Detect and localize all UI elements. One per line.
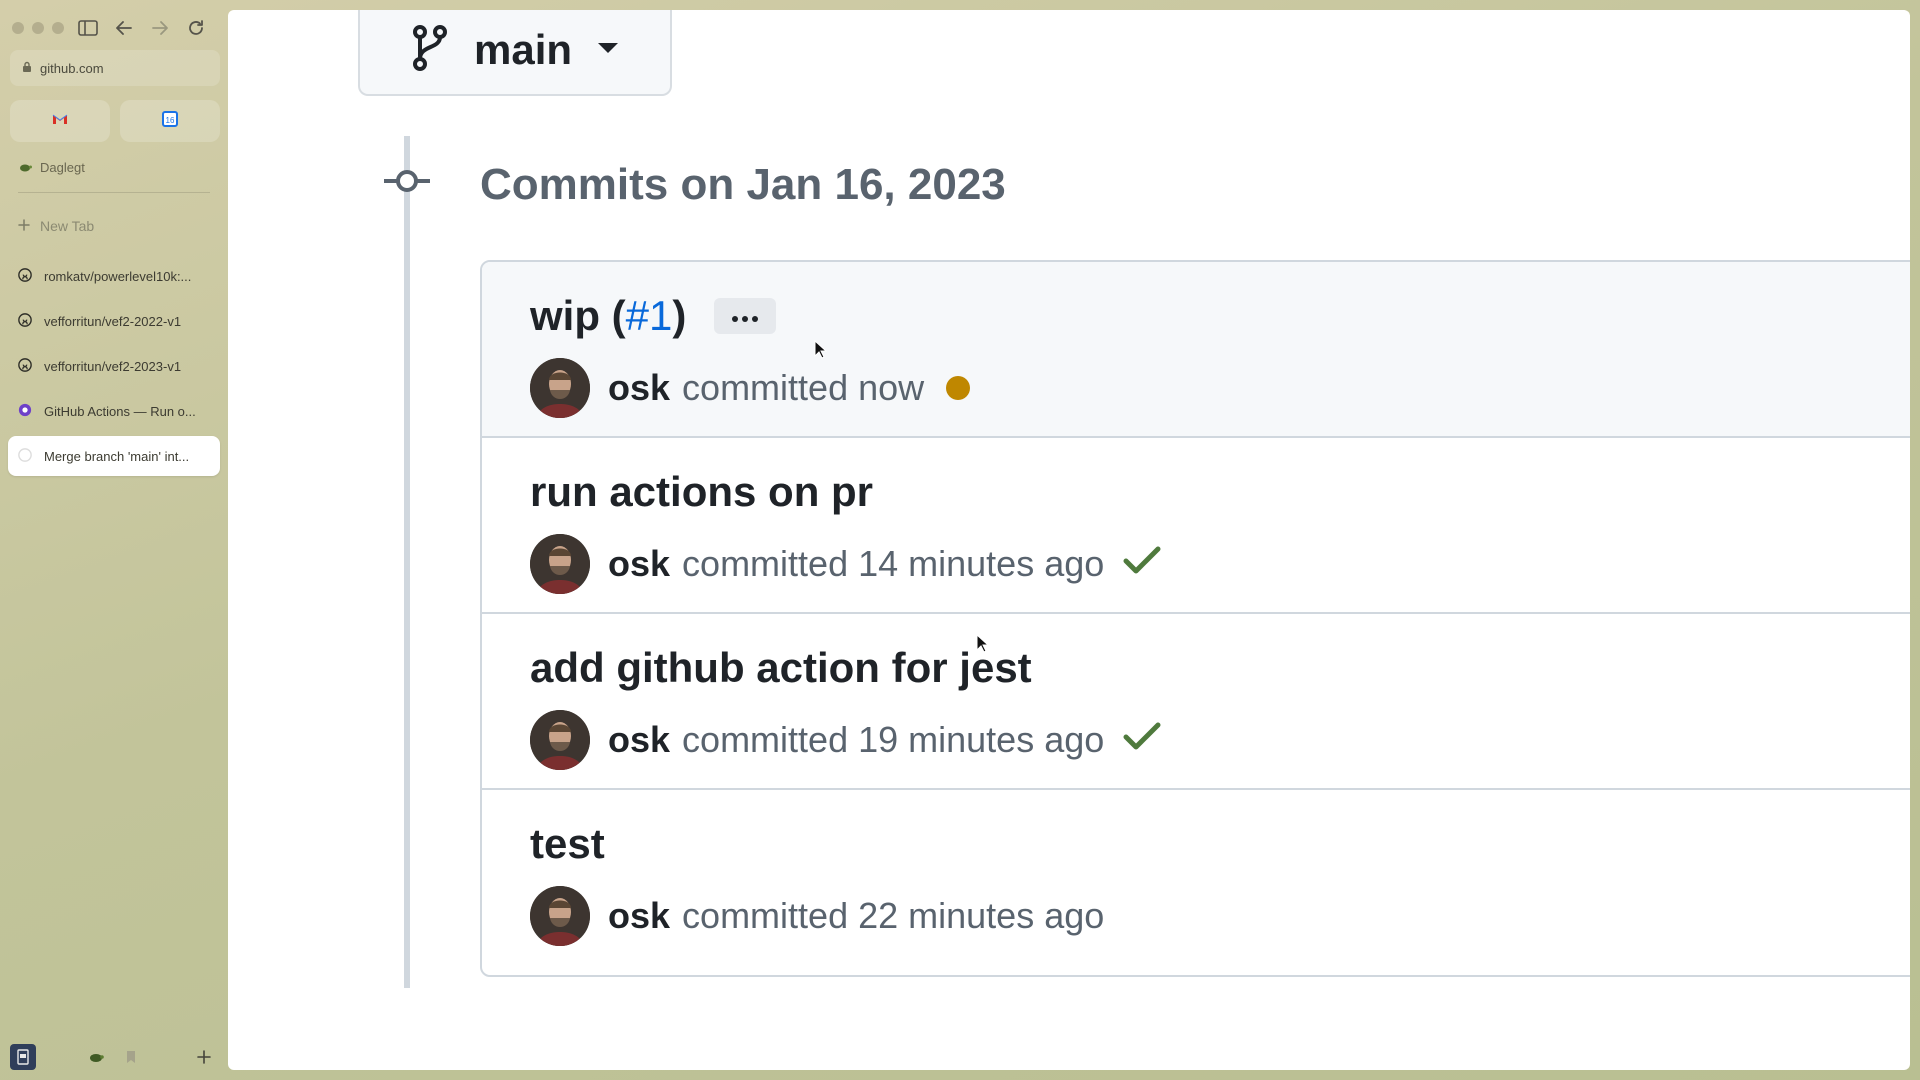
address-bar[interactable]: github.com: [10, 50, 220, 86]
commit-meta: osk committed 14 minutes ago: [530, 534, 1162, 594]
tab-label: vefforritun/vef2-2022-v1: [44, 313, 182, 329]
sidebar-tab[interactable]: vefforritun/vef2-2022-v1: [8, 301, 220, 341]
zoom-window-button[interactable]: [52, 22, 64, 34]
tab-label: Merge branch 'main' int...: [44, 448, 190, 464]
sidebar-bottom-bar: [0, 1034, 228, 1080]
commit-meta: osk committed 22 minutes ago: [530, 886, 1104, 946]
commit-row: test osk committed 22 minutes ago: [482, 790, 1910, 966]
lock-icon: [22, 61, 32, 76]
commit-time: committed 14 minutes ago: [682, 543, 1105, 584]
commit-message-suffix: ): [672, 292, 687, 339]
navigation-controls: [74, 14, 210, 42]
minimize-window-button[interactable]: [32, 22, 44, 34]
browser-window: github.com 16 Daglegt New Tab romkatv/po…: [0, 0, 1920, 1080]
commit-meta: osk committed 19 minutes ago: [530, 710, 1162, 770]
forward-icon[interactable]: [146, 14, 174, 42]
reload-icon[interactable]: [182, 14, 210, 42]
commit-title: add github action for jest: [530, 644, 1032, 692]
commit-title: wip ( #1 ): [530, 292, 777, 340]
mouse-cursor-icon: [814, 339, 828, 365]
commit-time: committed 19 minutes ago: [682, 719, 1105, 760]
calendar-icon: 16: [162, 110, 178, 132]
expand-commit-message-button[interactable]: [714, 298, 777, 334]
plus-icon: [18, 218, 30, 234]
pinned-calendar[interactable]: 16: [120, 100, 220, 142]
tab-label: GitHub Actions — Run o...: [44, 403, 196, 419]
commit-author[interactable]: osk: [608, 367, 670, 409]
branch-name: main: [474, 26, 573, 73]
commit-message-link[interactable]: run actions on pr: [530, 468, 873, 516]
commit-title: run actions on pr: [530, 468, 873, 516]
commit-author[interactable]: osk: [608, 719, 670, 761]
window-controls: [12, 22, 64, 34]
commit-meta: osk committed now: [530, 358, 971, 418]
gmail-icon: [52, 112, 68, 130]
space-name: Daglegt: [40, 160, 85, 175]
pending-status-icon[interactable]: [946, 376, 971, 400]
check-icon[interactable]: [1122, 543, 1162, 585]
mouse-cursor-icon: [976, 633, 990, 659]
sidebar-tab-active[interactable]: Merge branch 'main' int...: [8, 436, 220, 476]
browser-sidebar: github.com 16 Daglegt New Tab romkatv/po…: [0, 0, 228, 1080]
sidebar-tab[interactable]: GitHub Actions — Run o...: [8, 391, 220, 431]
sidebar-tab[interactable]: romkatv/powerlevel10k:...: [8, 256, 220, 296]
github-icon: [18, 447, 32, 465]
branch-selector[interactable]: main: [358, 10, 672, 96]
commit-message-link[interactable]: test: [530, 820, 605, 868]
tab-label: vefforritun/vef2-2023-v1: [44, 358, 182, 374]
pinned-gmail[interactable]: [10, 100, 110, 142]
space-label[interactable]: Daglegt: [18, 160, 85, 175]
commit-author[interactable]: osk: [608, 543, 670, 585]
tab-list: romkatv/powerlevel10k:... vefforritun/ve…: [8, 256, 220, 481]
new-tab-button[interactable]: New Tab: [18, 218, 94, 234]
author-avatar[interactable]: [530, 886, 590, 946]
commit-title: test: [530, 820, 605, 868]
commit-list: wip ( #1 ) osk committed now run actions…: [480, 260, 1910, 977]
new-tab-label: New Tab: [40, 218, 95, 234]
url-text: github.com: [40, 60, 104, 76]
bookmark-icon[interactable]: [122, 1048, 140, 1066]
github-icon: [18, 267, 32, 285]
web-content: main Commits on Jan 16, 2023 wip ( #1 ): [228, 10, 1910, 1070]
sidebar-toggle-icon[interactable]: [74, 14, 102, 42]
svg-text:16: 16: [166, 116, 175, 125]
commits-date-heading: Commits on Jan 16, 2023: [480, 160, 1006, 209]
ellipsis-icon: [731, 302, 759, 330]
author-avatar[interactable]: [530, 534, 590, 594]
pinned-sites: 16: [10, 100, 220, 142]
commit-time: committed now: [682, 367, 925, 408]
github-icon: [18, 357, 32, 375]
library-icon[interactable]: [10, 1044, 36, 1070]
sidebar-divider: [18, 192, 210, 193]
commit-author[interactable]: osk: [608, 895, 670, 937]
commit-row: run actions on pr osk committed 14 minut…: [482, 438, 1910, 614]
tab-label: romkatv/powerlevel10k:...: [44, 268, 192, 284]
space-turtle-icon[interactable]: [86, 1047, 106, 1067]
github-icon: [18, 312, 32, 330]
git-branch-icon: [410, 24, 450, 77]
commit-row: wip ( #1 ) osk committed now: [482, 262, 1910, 438]
caret-down-icon: [596, 41, 620, 60]
check-icon[interactable]: [1122, 719, 1162, 761]
close-window-button[interactable]: [12, 22, 24, 34]
author-avatar[interactable]: [530, 358, 590, 418]
commit-message-link[interactable]: wip (: [530, 292, 626, 340]
back-icon[interactable]: [110, 14, 138, 42]
turtle-icon: [18, 160, 32, 175]
pull-request-link[interactable]: #1: [626, 292, 673, 340]
author-avatar[interactable]: [530, 710, 590, 770]
git-commit-icon: [382, 166, 432, 201]
commit-time: committed 22 minutes ago: [682, 895, 1105, 936]
timeline-line: [404, 136, 410, 988]
add-space-icon[interactable]: [194, 1047, 214, 1067]
github-actions-icon: [18, 403, 32, 420]
sidebar-tab[interactable]: vefforritun/vef2-2023-v1: [8, 346, 220, 386]
commit-row: add github action for jest osk committed…: [482, 614, 1910, 790]
commit-message-link[interactable]: add github action for jest: [530, 644, 1032, 692]
